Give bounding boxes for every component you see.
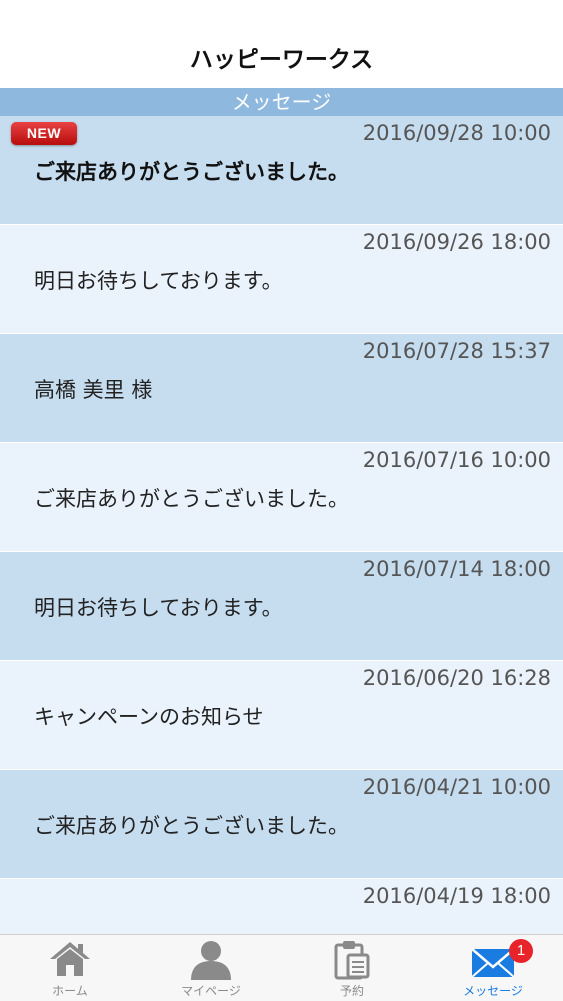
home-icon	[50, 942, 90, 976]
tab-mypage[interactable]: マイページ	[141, 935, 281, 1001]
message-text: 明日お待ちしております。	[34, 596, 283, 620]
message-date: 2016/04/19 18:00	[362, 884, 551, 908]
message-row[interactable]: 2016/04/21 10:00 ご来店ありがとうございました。	[0, 770, 563, 878]
message-text: キャンペーンのお知らせ	[34, 705, 264, 729]
message-list: NEW 2016/09/28 10:00 ご来店ありがとうございました。 201…	[0, 116, 563, 934]
person-icon	[191, 941, 231, 980]
message-date: 2016/07/16 10:00	[362, 448, 551, 472]
tab-home[interactable]: ホーム	[0, 935, 140, 1001]
message-text: ご来店ありがとうございました。	[34, 814, 349, 838]
section-bar: メッセージ	[0, 88, 563, 116]
tab-message[interactable]: 1 メッセージ	[423, 935, 563, 1001]
message-date: 2016/06/20 16:28	[362, 666, 551, 690]
message-text: ご来店ありがとうございました。	[34, 487, 349, 511]
message-row[interactable]: 2016/06/20 16:28 キャンペーンのお知らせ	[0, 661, 563, 769]
header: ハッピーワークス	[0, 0, 563, 88]
message-text: ご来店ありがとうございました。	[34, 160, 349, 184]
tab-reservation[interactable]: 予約	[282, 935, 422, 1001]
message-date: 2016/04/21 10:00	[362, 775, 551, 799]
message-row[interactable]: 2016/04/19 18:00	[0, 879, 563, 934]
message-text: 高橋 美里 様	[34, 378, 153, 402]
tab-label: メッセージ	[463, 984, 523, 998]
message-row[interactable]: 2016/07/28 15:37 高橋 美里 様	[0, 334, 563, 442]
message-date: 2016/09/28 10:00	[362, 121, 551, 145]
message-row[interactable]: 2016/07/14 18:00 明日お待ちしております。	[0, 552, 563, 660]
unread-badge: 1	[509, 939, 533, 963]
message-text: 明日お待ちしております。	[34, 269, 283, 293]
message-row[interactable]: 2016/09/26 18:00 明日お待ちしております。	[0, 225, 563, 333]
tab-label: 予約	[339, 984, 364, 998]
tab-bar: ホーム マイページ 予約 1 メッセージ	[0, 934, 563, 1001]
message-row[interactable]: 2016/07/16 10:00 ご来店ありがとうございました。	[0, 443, 563, 551]
message-date: 2016/07/14 18:00	[362, 557, 551, 581]
tab-label: ホーム	[52, 984, 88, 998]
clipboard-icon	[334, 941, 370, 980]
new-badge: NEW	[11, 122, 77, 145]
message-date: 2016/09/26 18:00	[362, 230, 551, 254]
message-row[interactable]: NEW 2016/09/28 10:00 ご来店ありがとうございました。	[0, 116, 563, 224]
page-title: ハッピーワークス	[189, 47, 374, 73]
tab-label: マイページ	[181, 984, 241, 998]
message-date: 2016/07/28 15:37	[362, 339, 551, 363]
